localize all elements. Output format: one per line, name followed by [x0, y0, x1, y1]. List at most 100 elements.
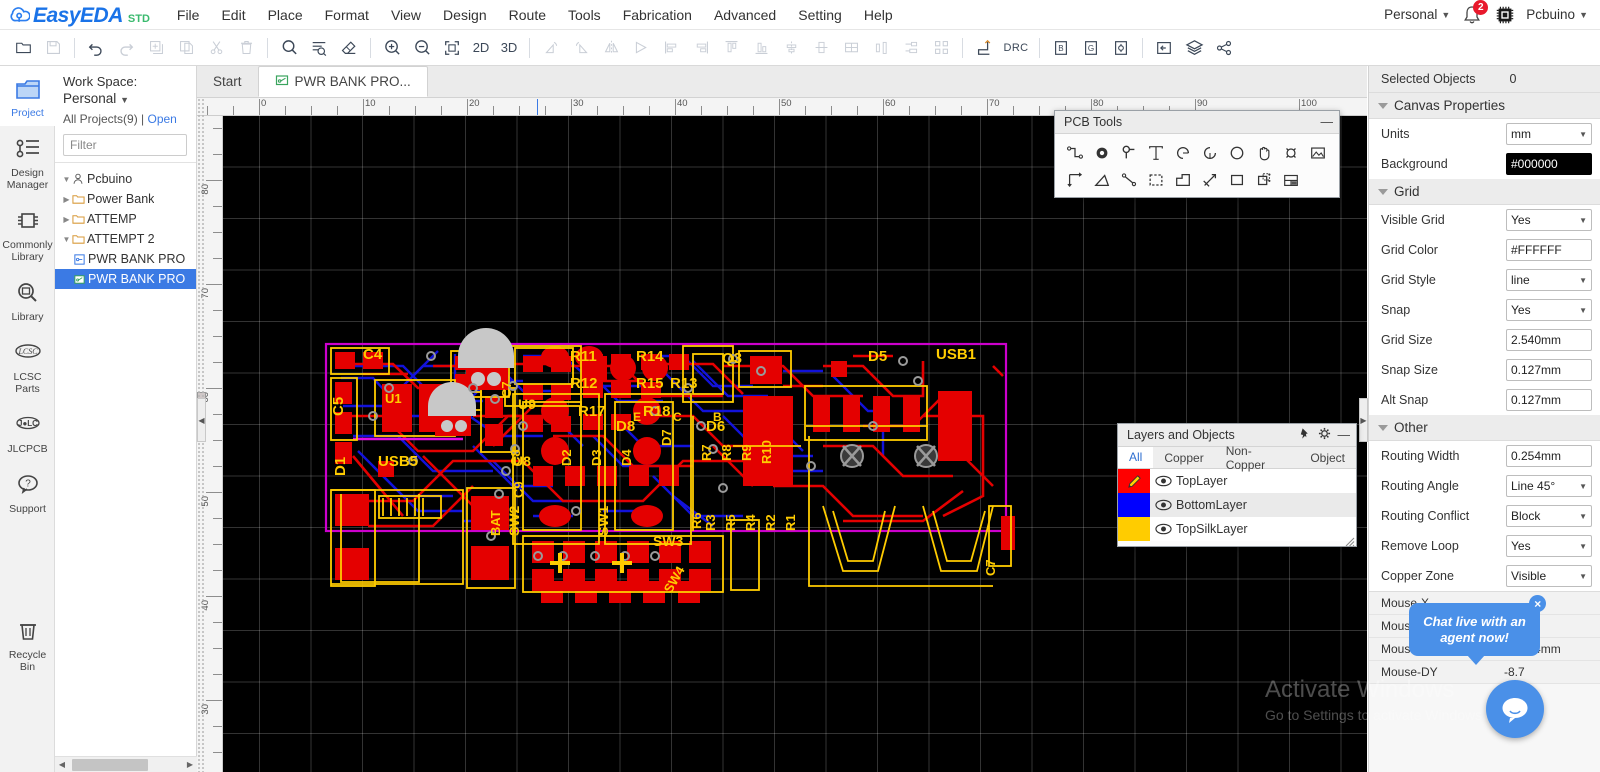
mirror-icon[interactable] [596, 34, 626, 62]
routing-width-field[interactable]: 0.254mm [1506, 445, 1592, 467]
tab-copper[interactable]: Copper [1153, 447, 1214, 468]
tab-pwr-bank-pcb[interactable]: PWR BANK PRO... [257, 66, 428, 97]
cut-icon[interactable] [201, 34, 231, 62]
rotate-right-icon[interactable] [566, 34, 596, 62]
circle-icon[interactable] [1223, 139, 1250, 166]
scroll-thumb[interactable] [72, 758, 148, 771]
save-icon[interactable] [38, 34, 68, 62]
routing-conflict-select[interactable]: Block ▼ [1506, 505, 1592, 527]
image-icon[interactable] [1304, 139, 1331, 166]
menu-design[interactable]: Design [432, 3, 498, 27]
eye-icon[interactable] [1150, 523, 1176, 535]
menu-help[interactable]: Help [853, 3, 904, 27]
redo-icon[interactable] [111, 34, 141, 62]
grid-size-field[interactable]: 2.540mm [1506, 329, 1592, 351]
align-right-icon[interactable] [686, 34, 716, 62]
sidebar-item-commonly-library[interactable]: Commonly Library [0, 198, 55, 270]
menu-file[interactable]: File [166, 3, 211, 27]
chevron-down-icon[interactable]: ▼ [61, 175, 72, 184]
tree-node-power-bank[interactable]: ▶ Power Bank [55, 189, 196, 209]
hole-icon[interactable] [1277, 139, 1304, 166]
layer-row-toplayer[interactable]: TopLayer [1118, 469, 1356, 493]
hand-icon[interactable] [1250, 139, 1277, 166]
paste-icon[interactable] [171, 34, 201, 62]
align-bottom-icon[interactable] [746, 34, 776, 62]
import-icon[interactable] [1149, 34, 1179, 62]
align-top-icon[interactable] [716, 34, 746, 62]
collapse-left-panel-handle[interactable]: ◀ [197, 398, 206, 442]
units-select[interactable]: mm ▼ [1506, 123, 1592, 145]
menu-setting[interactable]: Setting [787, 3, 853, 27]
menu-place[interactable]: Place [257, 3, 314, 27]
menu-advanced[interactable]: Advanced [703, 3, 787, 27]
sidebar-item-jlcpcb[interactable]: J●LC JLCPCB [0, 402, 55, 462]
workspace-selector[interactable]: Personal ▼ [55, 90, 196, 110]
search-icon[interactable] [274, 34, 304, 62]
sidebar-item-recycle-bin[interactable]: Recycle Bin [0, 608, 55, 680]
scroll-track[interactable] [69, 758, 183, 771]
table-icon[interactable] [1277, 166, 1304, 193]
chip-icon[interactable] [1494, 4, 1516, 26]
text-icon[interactable] [1142, 139, 1169, 166]
layer-row-bottomlayer[interactable]: BottomLayer [1118, 493, 1356, 517]
layers-icon[interactable] [1179, 34, 1209, 62]
sidebar-item-lcsc-parts[interactable]: LCSC LCSC Parts [0, 330, 55, 402]
drc-button[interactable]: DRC [999, 34, 1033, 62]
workspace-scope-dropdown[interactable]: Personal ▼ [1384, 7, 1450, 22]
notifications-button[interactable]: 2 [1460, 0, 1489, 27]
tab-object[interactable]: Object [1299, 447, 1356, 468]
gerber-icon[interactable]: G [1076, 34, 1106, 62]
track-icon[interactable] [1061, 139, 1088, 166]
sidebar-item-library[interactable]: Library [0, 270, 55, 330]
route-icon[interactable] [969, 34, 999, 62]
pcb-tools-header[interactable]: PCB Tools — [1055, 111, 1339, 134]
sidebar-item-project[interactable]: Project [0, 66, 55, 126]
menu-format[interactable]: Format [314, 3, 380, 27]
chat-launcher-button[interactable] [1486, 680, 1544, 738]
open-folder-icon[interactable] [8, 34, 38, 62]
align-center-v-icon[interactable] [806, 34, 836, 62]
alt-snap-field[interactable]: 0.127mm [1506, 389, 1592, 411]
tab-all[interactable]: All [1118, 447, 1154, 468]
visible-grid-select[interactable]: Yes ▼ [1506, 209, 1592, 231]
copy-icon[interactable] [141, 34, 171, 62]
distribute-h-icon[interactable] [866, 34, 896, 62]
rectangle-icon[interactable] [1223, 166, 1250, 193]
arc-icon[interactable] [1169, 139, 1196, 166]
menu-view[interactable]: View [380, 3, 432, 27]
easyeda-logo[interactable]: EasyEDA STD [0, 2, 154, 28]
grid-style-select[interactable]: line ▼ [1506, 269, 1592, 291]
sidebar-item-design-manager[interactable]: Design Manager [0, 126, 55, 198]
share-icon[interactable] [1209, 34, 1239, 62]
menu-fabrication[interactable]: Fabrication [612, 3, 703, 27]
polygon-icon[interactable] [1169, 166, 1196, 193]
tree-node-pcb[interactable]: PWR BANK PRO [55, 269, 196, 289]
chevron-right-icon[interactable]: ▶ [61, 195, 72, 204]
delete-icon[interactable] [231, 34, 261, 62]
grid-align-icon[interactable] [836, 34, 866, 62]
menu-route[interactable]: Route [498, 3, 557, 27]
measure-icon[interactable] [1196, 166, 1223, 193]
distribute-v-icon[interactable] [896, 34, 926, 62]
view-2d-button[interactable]: 2D [467, 34, 495, 62]
layers-panel-minimize-button[interactable]: — [1338, 428, 1351, 442]
snap-size-field[interactable]: 0.127mm [1506, 359, 1592, 381]
resize-handle-icon[interactable] [1345, 535, 1355, 547]
gear-icon[interactable] [1318, 427, 1331, 443]
select-rect-icon[interactable] [1142, 166, 1169, 193]
project-panel-hscrollbar[interactable]: ◀ ▶ [55, 756, 197, 772]
eye-icon[interactable] [1150, 499, 1176, 511]
chevron-right-icon[interactable]: ▶ [61, 215, 72, 224]
tree-node-attempt-2[interactable]: ▼ ATTEMPT 2 [55, 229, 196, 249]
pick-place-icon[interactable] [1106, 34, 1136, 62]
grid-color-field[interactable]: #FFFFFF [1506, 239, 1592, 261]
routing-angle-select[interactable]: Line 45° ▼ [1506, 475, 1592, 497]
zoom-fit-icon[interactable] [437, 34, 467, 62]
section-grid[interactable]: Grid [1369, 179, 1600, 205]
menu-edit[interactable]: Edit [210, 3, 256, 27]
chat-invite-bubble[interactable]: Chat live with an agent now! × [1409, 595, 1546, 665]
tab-start[interactable]: Start [197, 66, 258, 97]
group-icon[interactable] [1250, 166, 1277, 193]
close-icon[interactable]: × [1529, 595, 1546, 612]
layer-color-swatch[interactable] [1118, 469, 1150, 493]
